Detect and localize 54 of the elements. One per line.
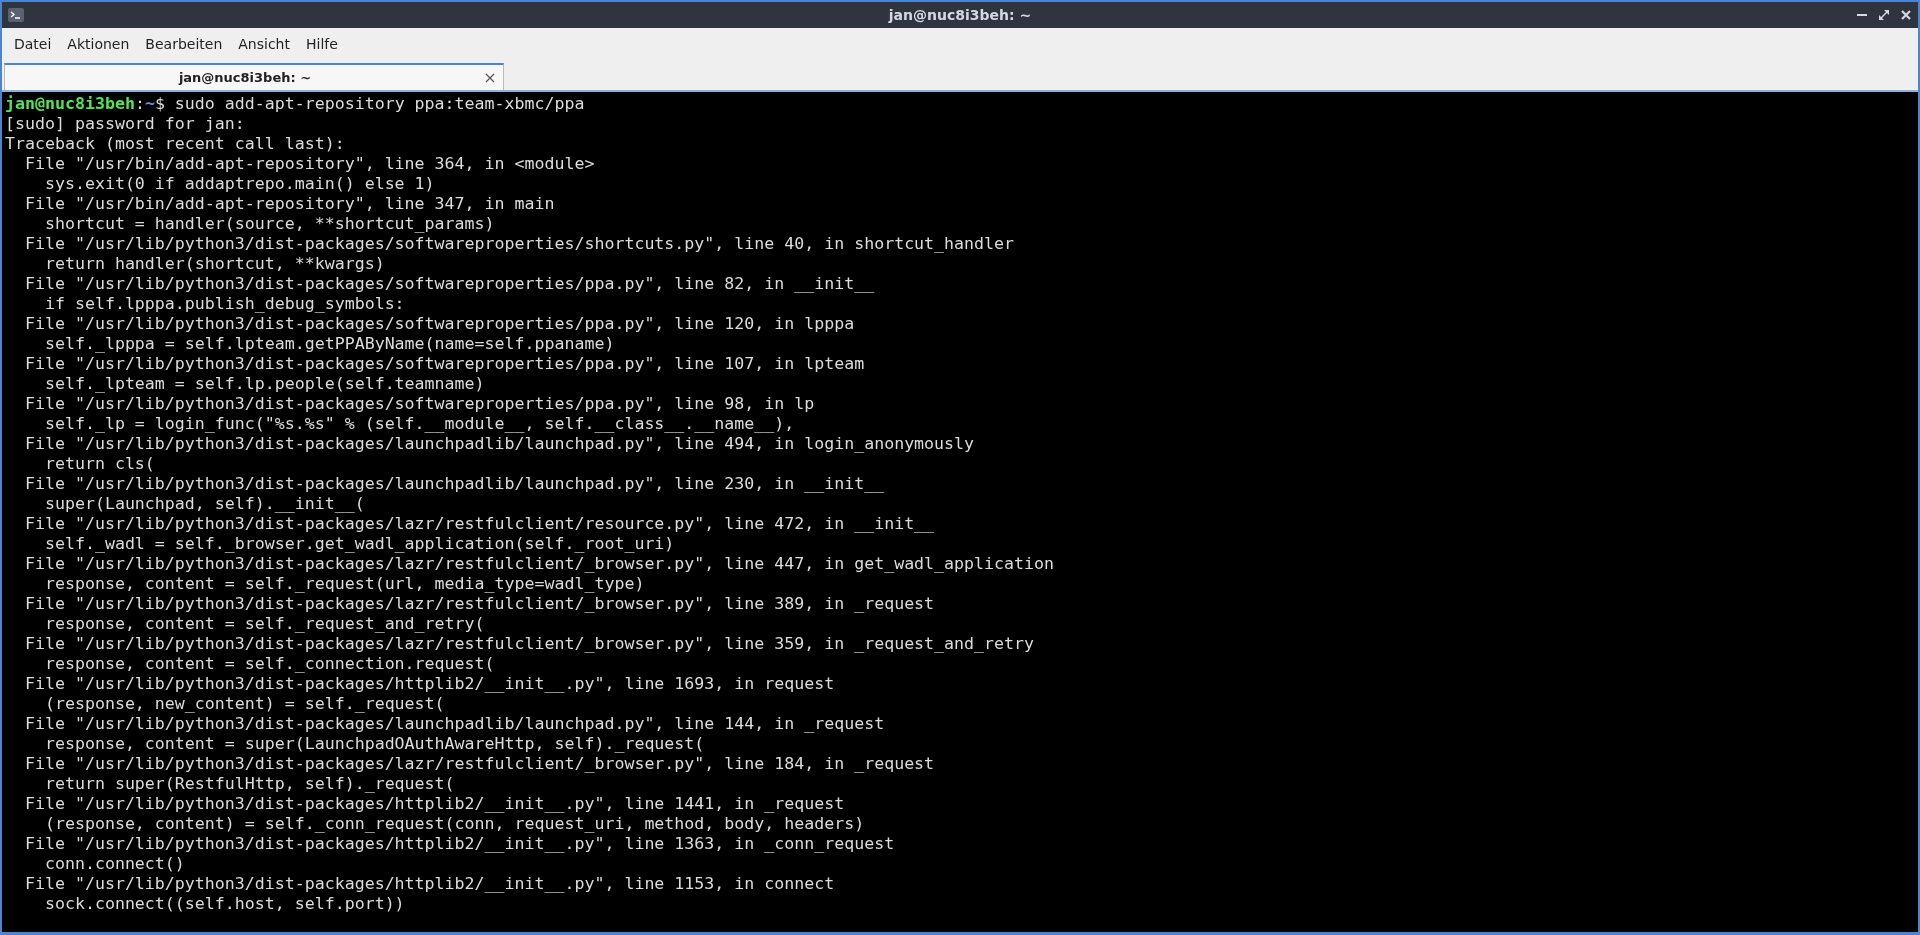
output-line: File "/usr/lib/python3/dist-packages/launchpadlib/launchpad.py", line 494, in login_anonymously [23, 434, 976, 454]
output-line: File "/usr/lib/python3/dist-packages/httplib2/__init__.py", line 1363, in _conn_request [23, 834, 896, 854]
prompt-separator: : [134, 94, 145, 113]
output-line: File "/usr/lib/python3/dist-packages/softwareproperties/shortcuts.py", line 40, in shortcut_handler [23, 234, 1016, 254]
output-line: conn.connect() [43, 854, 186, 874]
output-line: response, content = self._request(url, media_type=wadl_type) [43, 574, 646, 594]
output-line: File "/usr/lib/python3/dist-packages/lazr/restfulclient/_browser.py", line 359, in _request_and_retry [23, 634, 1035, 654]
close-icon[interactable] [485, 72, 495, 83]
output-line: File "/usr/lib/python3/dist-packages/httplib2/__init__.py", line 1693, in request [23, 674, 836, 694]
menu-item[interactable]: Bearbeiten [137, 32, 231, 56]
output-line: File "/usr/lib/python3/dist-packages/lazr/restfulclient/_browser.py", line 389, in _request [23, 594, 936, 614]
output-line: sys.exit(0 if addaptrepo.main() else 1) [43, 174, 436, 194]
output-line: return handler(shortcut, **kwargs) [43, 254, 386, 274]
output-line: self._lpppa = self.lpteam.getPPAByName(name=self.ppaname) [43, 334, 616, 354]
output-line: File "/usr/lib/python3/dist-packages/lazr/restfulclient/_browser.py", line 447, in get_wadl_application [23, 554, 1055, 574]
output-line: response, content = self._request_and_retry( [43, 614, 486, 634]
menu-item[interactable]: Ansicht [230, 32, 298, 56]
output-line: shortcut = handler(source, **shortcut_params) [43, 214, 496, 234]
output-line: response, content = super(LaunchpadOAuthAwareHttp, self)._request( [43, 734, 706, 754]
output-line: File "/usr/lib/python3/dist-packages/softwareproperties/ppa.py", line 98, in lp [23, 394, 816, 414]
maximize-icon[interactable] [1878, 9, 1890, 21]
menu-item[interactable]: Datei [6, 32, 60, 56]
output-line: File "/usr/lib/python3/dist-packages/softwareproperties/ppa.py", line 82, in __init__ [23, 274, 876, 294]
output-line: File "/usr/lib/python3/dist-packages/httplib2/__init__.py", line 1153, in connect [23, 874, 836, 894]
output-line: File "/usr/bin/add-apt-repository", line 347, in main [23, 194, 556, 214]
output-line: File "/usr/lib/python3/dist-packages/softwareproperties/ppa.py", line 107, in lpteam [23, 354, 866, 374]
output-line: File "/usr/lib/python3/dist-packages/softwareproperties/ppa.py", line 120, in lpppa [23, 314, 856, 334]
prompt-path: ~ [144, 94, 155, 113]
menu-item[interactable]: Hilfe [298, 32, 346, 56]
prompt-user-host: jan@nuc8i3beh [5, 94, 135, 113]
output-line: File "/usr/lib/python3/dist-packages/lazr/restfulclient/_browser.py", line 184, in _request [23, 754, 936, 774]
output-line: [sudo] password for jan: [5, 114, 246, 134]
output-line: (response, new_content) = self._request( [43, 694, 446, 714]
output-line: File "/usr/lib/python3/dist-packages/launchpadlib/launchpad.py", line 230, in __init__ [23, 474, 886, 494]
output-line: File "/usr/lib/python3/dist-packages/lazr/restfulclient/resource.py", line 472, in __init__ [23, 514, 936, 534]
menu-item[interactable]: Aktionen [59, 32, 138, 56]
terminal-icon [8, 7, 24, 23]
output-line: self._lpteam = self.lp.people(self.teamname) [43, 374, 486, 394]
terminal-tab[interactable]: jan@nuc8i3beh: ~ [4, 63, 504, 90]
output-line: return cls( [43, 454, 156, 474]
output-line: self._wadl = self._browser.get_wadl_application(self._root_uri) [43, 534, 676, 554]
output-line: File "/usr/lib/python3/dist-packages/httplib2/__init__.py", line 1441, in _request [23, 794, 846, 814]
output-line: Traceback (most recent call last): [5, 134, 346, 154]
window-title: jan@nuc8i3beh: ~ [888, 7, 1032, 23]
output-line: (response, content) = self._conn_request(conn, request_uri, method, body, headers) [43, 814, 866, 834]
command-text: $ sudo add-apt-repository ppa:team-xbmc/ppa [154, 94, 585, 113]
output-line: super(Launchpad, self).__init__( [43, 494, 366, 514]
output-line: if self.lpppa.publish_debug_symbols: [43, 294, 406, 314]
output-line: File "/usr/lib/python3/dist-packages/launchpadlib/launchpad.py", line 144, in _request [23, 714, 886, 734]
output-line: File "/usr/bin/add-apt-repository", line 364, in <module> [23, 154, 596, 174]
output-line: return super(RestfulHttp, self)._request( [43, 774, 456, 794]
output-line: self._lp = login_func("%s.%s" % (self.__module__, self.__class__.__name__), [43, 414, 796, 434]
output-line: response, content = self._connection.request( [43, 654, 496, 674]
output-line: sock.connect((self.host, self.port)) [43, 894, 406, 914]
